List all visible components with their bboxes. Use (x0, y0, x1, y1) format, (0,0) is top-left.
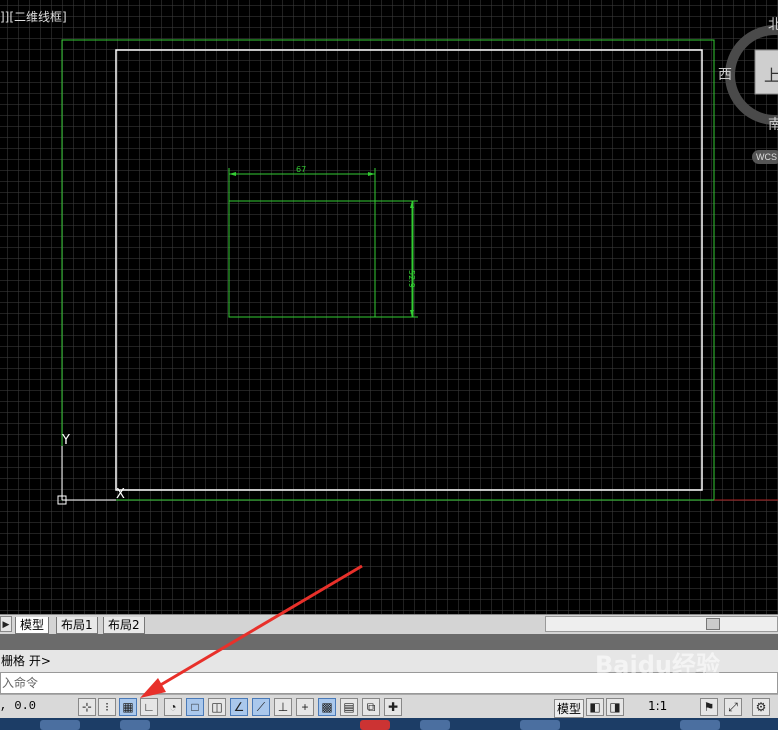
taskbar-item[interactable] (360, 720, 390, 730)
dimension-height-text: 52.9 (407, 270, 416, 288)
os-taskbar (0, 718, 778, 730)
viewcube-top[interactable]: 上 (764, 62, 778, 86)
taskbar-item[interactable] (420, 720, 450, 730)
tab-layout2[interactable]: 布局2 (103, 617, 145, 634)
drawing-canvas[interactable]: ]][二维线框] 67 52.9 Y X 北 西 南 上 WCS (0, 0, 778, 614)
taskbar-item[interactable] (680, 720, 720, 730)
horizontal-scrollbar[interactable] (545, 616, 778, 632)
model-space-button[interactable]: 模型 (554, 699, 585, 718)
lineweight-icon[interactable]: + (296, 698, 314, 716)
dynamic-ucs-icon[interactable]: ⟋ (252, 698, 270, 716)
taskbar-item[interactable] (120, 720, 150, 730)
status-bar: , 0.0 ⊹ ⁝ ▦ ∟ ◔ □ ◫ ∠ ⟋ ⊥ + ▩ ▤ ⧉ ✚ 模型 ◧… (0, 694, 778, 718)
infer-constraints-icon[interactable]: ⊹ (78, 698, 96, 716)
object-snap-icon[interactable]: □ (186, 698, 204, 716)
wcs-badge[interactable]: WCS (752, 150, 778, 164)
tab-scroll-right-icon[interactable]: ▶ (0, 616, 12, 632)
ucs-x-label: X (116, 487, 125, 502)
drawing-svg: 67 52.9 Y X (57, 25, 778, 505)
polar-tracking-icon[interactable]: ◔ (164, 698, 182, 716)
transparency-icon[interactable]: ▩ (318, 698, 336, 716)
snap-mode-icon[interactable]: ⁝ (98, 698, 116, 716)
selection-cycling-icon[interactable]: ⧉ (362, 698, 380, 716)
tab-layout1[interactable]: 布局1 (56, 617, 98, 634)
viewcube-south[interactable]: 南 (768, 114, 778, 134)
layout-border (61, 39, 715, 501)
taskbar-item[interactable] (520, 720, 560, 730)
object-snap-tracking-icon[interactable]: ∠ (230, 698, 248, 716)
dimension-height[interactable] (375, 200, 418, 318)
ucs-y-label: Y (61, 433, 70, 448)
viewcube-north[interactable]: 北 (768, 14, 778, 34)
quick-view-drawings-icon[interactable]: ◨ (606, 698, 624, 716)
scrollbar-thumb[interactable] (706, 618, 720, 630)
quick-view-layouts-icon[interactable]: ◧ (586, 698, 604, 716)
taskbar-item[interactable] (40, 720, 80, 730)
annotation-visibility-icon[interactable]: ⚑ (700, 698, 718, 716)
ucs-icon (57, 446, 116, 505)
tab-model[interactable]: 模型 (15, 617, 50, 634)
dynamic-input-icon[interactable]: ⊥ (274, 698, 292, 716)
grid-display-icon[interactable]: ▦ (119, 698, 137, 716)
viewcube-west[interactable]: 西 (718, 64, 732, 84)
coordinates-readout: , 0.0 (0, 699, 37, 713)
dimension-width-text: 67 (296, 165, 306, 174)
rectangle-shape[interactable] (228, 200, 376, 318)
auto-scale-icon[interactable]: ⤢ (724, 698, 742, 716)
ortho-mode-icon[interactable]: ∟ (140, 698, 158, 716)
annotation-scale[interactable]: 1:1 (648, 699, 667, 713)
3d-object-snap-icon[interactable]: ◫ (208, 698, 226, 716)
quick-properties-icon[interactable]: ▤ (340, 698, 358, 716)
watermark: Baidu经验 (595, 651, 720, 679)
rectangle-side[interactable] (374, 200, 414, 318)
annotation-monitor-icon[interactable]: ✚ (384, 698, 402, 716)
workspace-settings-gear-icon[interactable]: ⚙ (752, 698, 770, 716)
